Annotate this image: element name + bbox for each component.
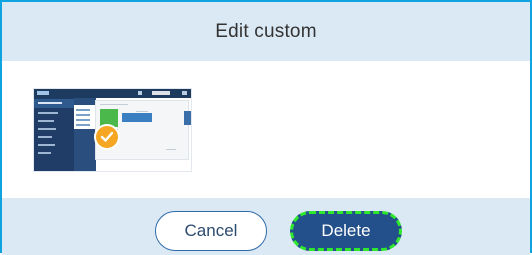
thumbnail-line xyxy=(166,149,176,150)
thumbnail-sidebar-row xyxy=(38,120,54,122)
thumbnail-logo xyxy=(37,91,49,95)
thumbnail-sidebar-row xyxy=(38,152,51,154)
cancel-button[interactable]: Cancel xyxy=(155,211,267,251)
thumbnail-list-row xyxy=(76,124,90,126)
thumbnail-sidebar-row xyxy=(38,112,58,114)
thumbnail-list-row xyxy=(76,109,90,111)
thumbnail-list-row xyxy=(76,119,90,121)
checkmark-icon xyxy=(100,131,114,142)
thumbnail-line xyxy=(136,111,148,112)
thumbnail-sidebar-row xyxy=(38,136,52,138)
check-circle-icon xyxy=(94,124,120,150)
thumbnail-list-row xyxy=(76,114,90,116)
dialog-footer: Cancel Delete xyxy=(2,198,530,255)
thumbnail-topbar-button xyxy=(152,91,170,95)
thumbnail-line xyxy=(100,104,128,105)
dialog-header: Edit custom xyxy=(2,2,530,61)
edit-custom-dialog: Edit custom Cancel Delete xyxy=(0,0,532,255)
thumbnail-sidebar xyxy=(34,98,74,171)
thumbnail-list xyxy=(74,105,96,129)
thumbnail-topbar-icon xyxy=(138,91,142,95)
dialog-title: Edit custom xyxy=(215,20,317,42)
thumbnail-topbar-icon xyxy=(182,91,187,95)
thumbnail-side-button xyxy=(184,111,191,125)
thumbnail-sidebar-row xyxy=(38,144,55,146)
thumbnail-topbar xyxy=(34,89,191,98)
delete-button[interactable]: Delete xyxy=(290,211,402,251)
dialog-body xyxy=(2,61,530,198)
thumbnail-sidebar-row xyxy=(38,128,56,130)
thumbnail-sidebar-row xyxy=(38,102,62,104)
thumbnail-card-blue xyxy=(122,113,152,122)
